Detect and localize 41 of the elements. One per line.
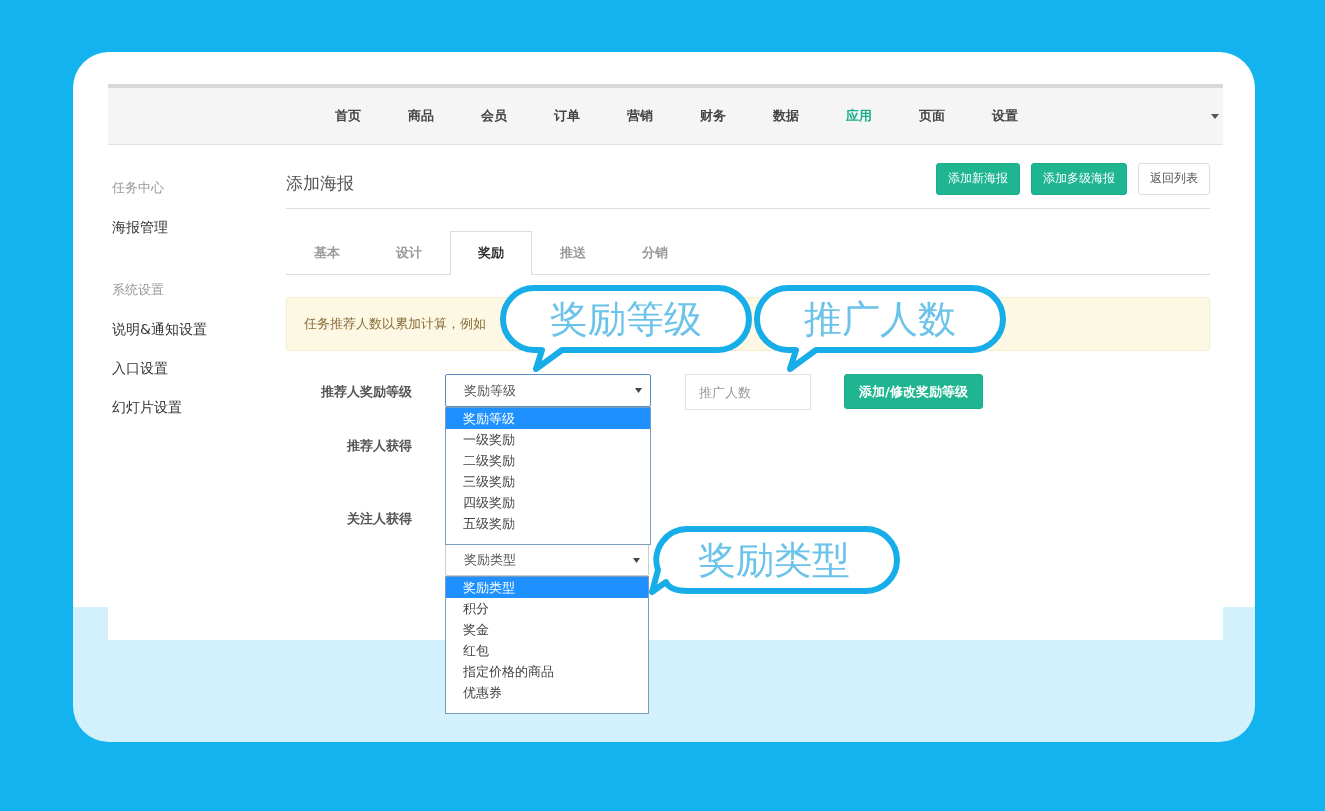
toolbar-button[interactable]: 返回列表 bbox=[1138, 162, 1210, 195]
nav-item[interactable]: 首页 bbox=[311, 107, 384, 125]
nav-item[interactable]: 营销 bbox=[603, 107, 676, 125]
dropdown-option[interactable]: 四级奖励 bbox=[446, 492, 650, 513]
dropdown-option[interactable]: 三级奖励 bbox=[446, 471, 650, 492]
nav-item[interactable]: 页面 bbox=[895, 107, 968, 125]
dropdown-arrow-icon bbox=[635, 388, 642, 393]
alert-text: 任务推荐人数以累加计算，例如 bbox=[304, 315, 486, 333]
callout-text: 奖励类型 bbox=[698, 537, 850, 584]
tab[interactable]: 奖励 bbox=[450, 231, 532, 275]
dropdown-option[interactable]: 奖金 bbox=[446, 619, 648, 640]
nav-item[interactable]: 数据 bbox=[749, 107, 822, 125]
dropdown-option[interactable]: 一级奖励 bbox=[446, 429, 650, 450]
nav-item[interactable]: 商品 bbox=[384, 107, 457, 125]
sidebar-item[interactable]: 说明&通知设置 bbox=[112, 321, 286, 341]
nav-item[interactable]: 设置 bbox=[968, 107, 1041, 125]
dropdown-option[interactable]: 五级奖励 bbox=[446, 513, 650, 534]
sidebar-heading: 任务中心 bbox=[112, 179, 165, 197]
dropdown-arrow-icon bbox=[633, 557, 640, 563]
sidebar-item[interactable]: 入口设置 bbox=[112, 360, 286, 380]
sidebar-item[interactable]: 幻灯片设置 bbox=[112, 399, 286, 419]
sidebar-heading: 系统设置 bbox=[112, 281, 165, 299]
sidebar-item[interactable]: 海报管理 bbox=[112, 219, 286, 239]
select-field[interactable]: 奖励类型 bbox=[445, 544, 649, 576]
nav-item[interactable]: 订单 bbox=[530, 107, 603, 125]
dropdown-caret-icon[interactable] bbox=[1211, 113, 1219, 119]
field-label: 推荐人获得 bbox=[347, 437, 412, 455]
page-title: 添加海报 bbox=[286, 172, 354, 195]
dropdown-option[interactable]: 二级奖励 bbox=[446, 450, 650, 471]
nav-item[interactable]: 会员 bbox=[457, 107, 530, 125]
dropdown-option[interactable]: 指定价格的商品 bbox=[446, 661, 648, 682]
dropdown-option[interactable]: 积分 bbox=[446, 598, 648, 619]
count-input-field[interactable]: 推广人数 bbox=[685, 374, 811, 410]
dropdown-option[interactable]: 红包 bbox=[446, 640, 648, 661]
callout-text: 推广人数 bbox=[804, 296, 956, 343]
field-label: 关注人获得 bbox=[347, 510, 412, 528]
field-label: 推荐人奖励等级 bbox=[321, 383, 412, 401]
select-field[interactable]: 奖励等级 bbox=[445, 374, 651, 407]
nav-item[interactable]: 财务 bbox=[676, 107, 749, 125]
callout-text: 奖励等级 bbox=[550, 296, 702, 343]
dropdown-option[interactable]: 优惠券 bbox=[446, 682, 648, 703]
